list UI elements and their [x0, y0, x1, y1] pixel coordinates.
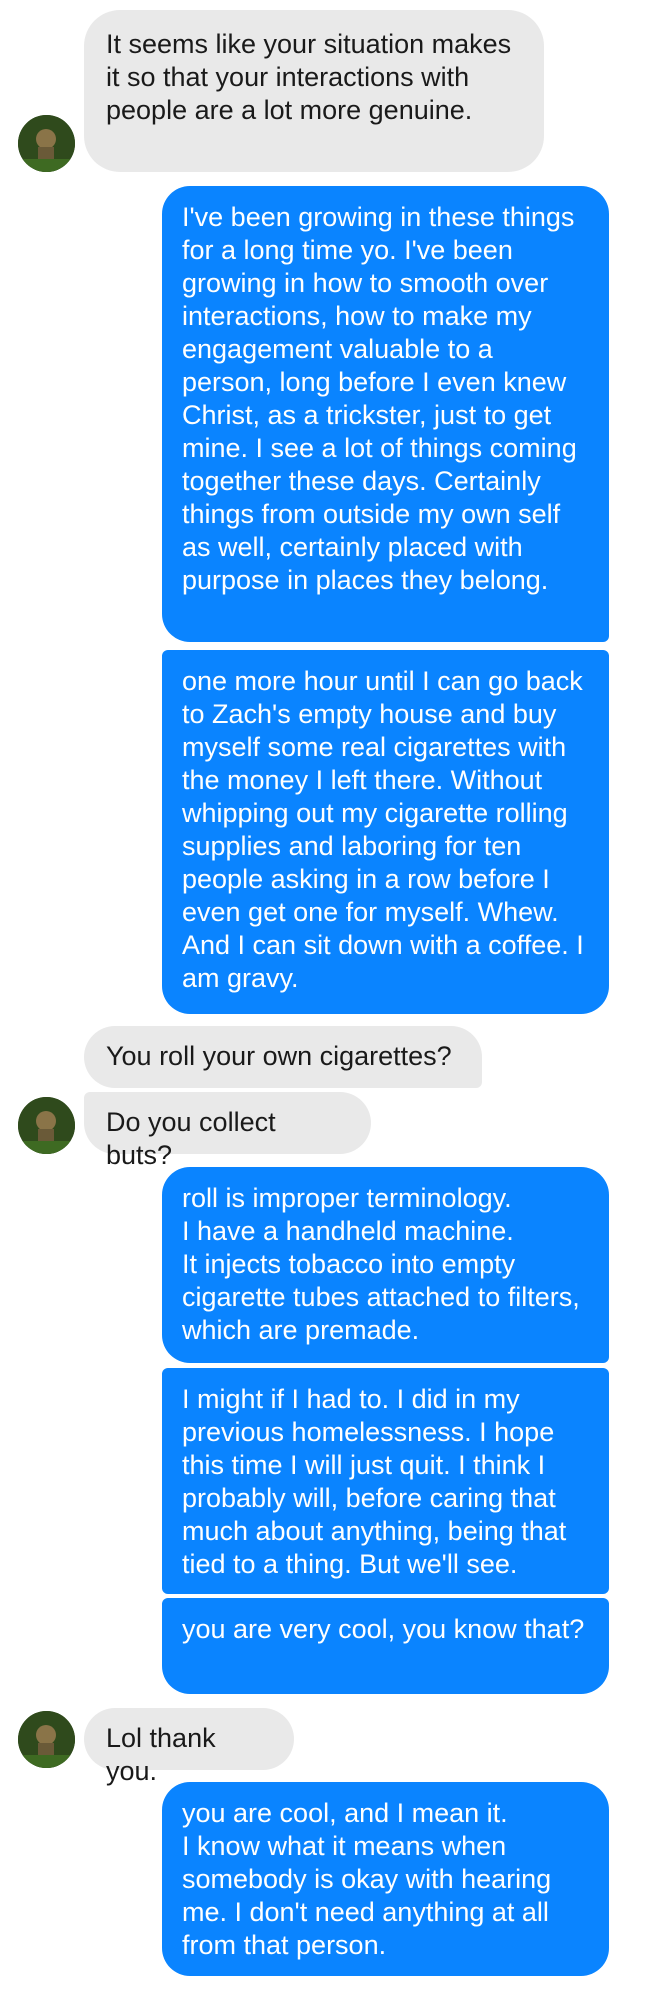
message-bubble-incoming[interactable]: You roll your own cigarettes?	[84, 1026, 482, 1088]
message-bubble-outgoing[interactable]: I've been growing in these things for a …	[162, 186, 609, 642]
message-bubble-incoming[interactable]: It seems like your situation makes it so…	[84, 10, 544, 172]
message-bubble-outgoing[interactable]: roll is improper terminology. I have a h…	[162, 1167, 609, 1363]
message-bubble-outgoing[interactable]: you are very cool, you know that?	[162, 1598, 609, 1694]
contact-avatar[interactable]	[18, 115, 75, 172]
avatar-photo-icon	[18, 115, 75, 172]
contact-avatar[interactable]	[18, 1097, 75, 1154]
message-bubble-outgoing[interactable]: I might if I had to. I did in my previou…	[162, 1368, 609, 1594]
message-bubble-incoming[interactable]: Lol thank you.	[84, 1708, 294, 1786]
avatar-photo-icon	[18, 1097, 75, 1154]
avatar-photo-icon	[18, 1711, 75, 1768]
message-bubble-outgoing[interactable]: you are cool, and I mean it. I know what…	[162, 1782, 609, 1976]
message-bubble-outgoing[interactable]: one more hour until I can go back to Zac…	[162, 650, 609, 1014]
contact-avatar[interactable]	[18, 1711, 75, 1768]
message-bubble-incoming[interactable]: Do you collect buts?	[84, 1092, 371, 1170]
